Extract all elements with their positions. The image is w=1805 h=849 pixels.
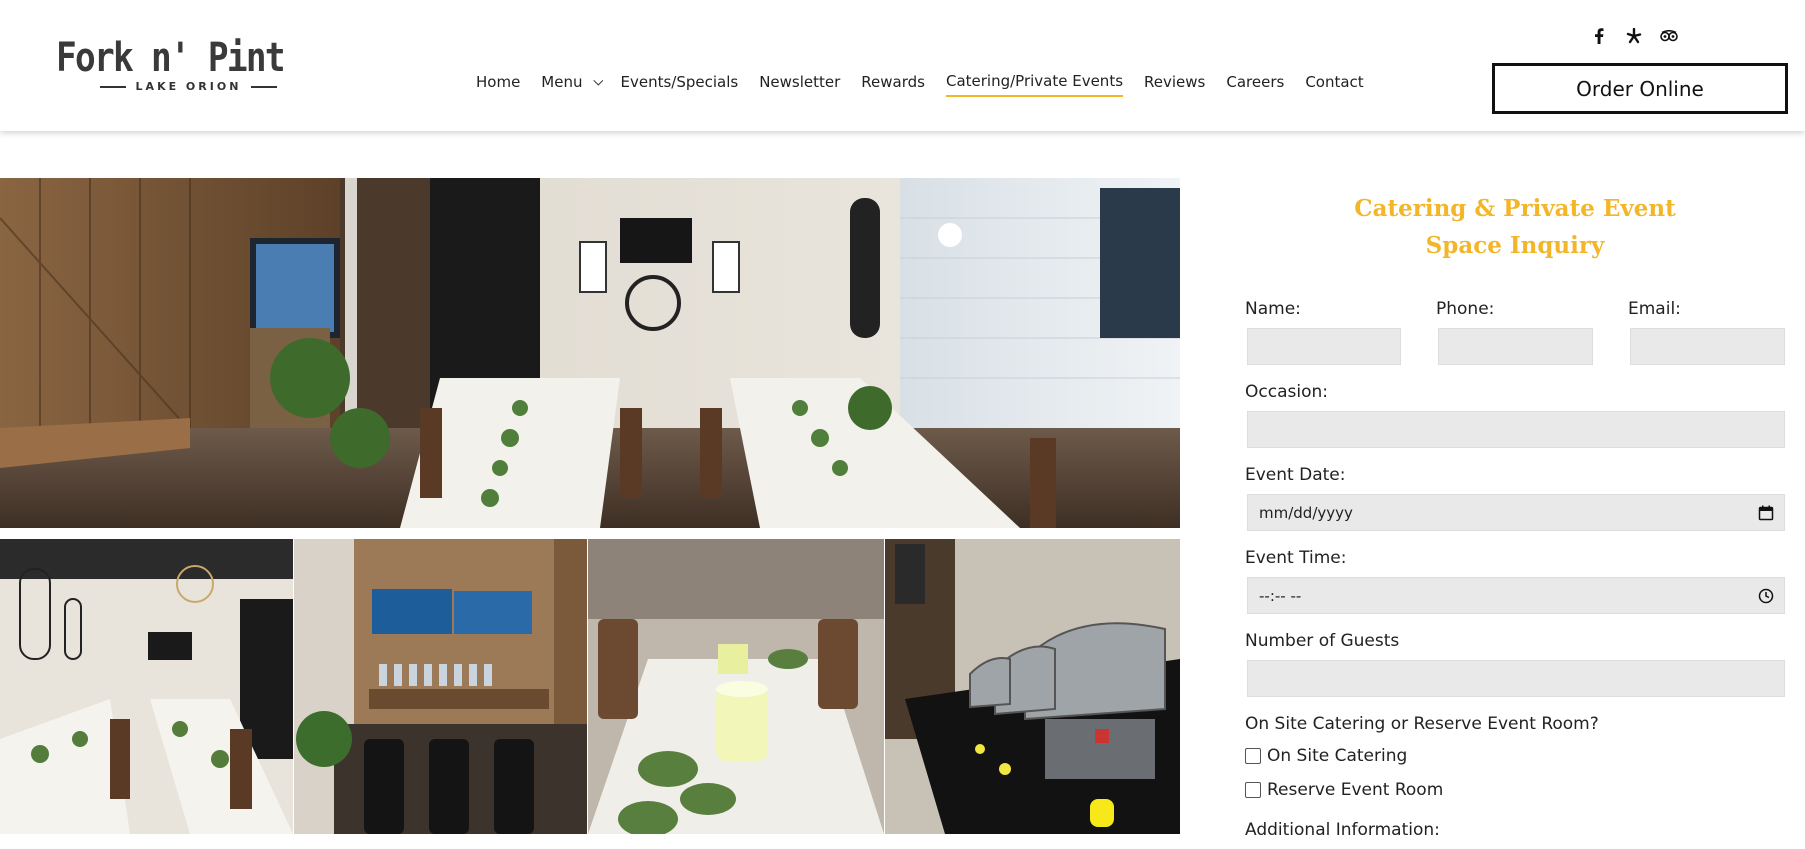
form-title: Catering & Private Event Space Inquiry	[1245, 190, 1785, 264]
event-room-tables-photo[interactable]	[0, 539, 293, 834]
catering-question-label: On Site Catering or Reserve Event Room?	[1245, 714, 1599, 734]
buffet-chafing-dishes-photo[interactable]	[885, 539, 1180, 834]
logo-name: Fork n' Pint	[56, 35, 286, 81]
nav-events-specials[interactable]: Events/Specials	[620, 73, 738, 96]
nav-careers[interactable]: Careers	[1226, 73, 1284, 96]
additional-info-label: Additional Information:	[1245, 820, 1440, 840]
occasion-field[interactable]	[1247, 411, 1785, 448]
nav-catering-private-events[interactable]: Catering/Private Events	[945, 72, 1124, 97]
nav-rewards[interactable]: Rewards	[861, 73, 925, 96]
nav-newsletter[interactable]: Newsletter	[759, 73, 840, 96]
event-time-label: Event Time:	[1245, 548, 1347, 568]
nav-menu[interactable]: Menu	[541, 72, 604, 96]
form-title-line1: Catering & Private Event	[1354, 195, 1676, 222]
yelp-icon[interactable]	[1625, 27, 1643, 45]
event-time-field[interactable]: --:-- --	[1247, 577, 1785, 614]
reserve-event-room-option[interactable]: Reserve Event Room	[1245, 780, 1443, 800]
logo[interactable]: Fork n' Pint LAKE ORION	[46, 27, 286, 102]
clock-icon[interactable]	[1758, 588, 1774, 604]
chevron-down-icon	[593, 75, 604, 86]
tripadvisor-icon[interactable]	[1660, 27, 1678, 45]
on-site-catering-label: On Site Catering	[1267, 746, 1408, 766]
logo-location: LAKE ORION	[135, 80, 242, 93]
calendar-icon[interactable]	[1758, 505, 1774, 521]
site-header: Fork n' Pint LAKE ORION Home Menu Events…	[0, 0, 1805, 131]
guests-field[interactable]	[1247, 660, 1785, 697]
event-time-placeholder: --:-- --	[1259, 586, 1302, 605]
phone-label: Phone:	[1436, 299, 1495, 319]
form-title-line2: Space Inquiry	[1425, 232, 1605, 259]
nav-menu-label: Menu	[541, 72, 583, 91]
phone-field[interactable]	[1438, 328, 1593, 365]
event-date-field[interactable]: mm/dd/yyyy	[1247, 494, 1785, 531]
order-online-button[interactable]: Order Online	[1492, 63, 1788, 114]
nav-home[interactable]: Home	[476, 73, 520, 96]
table-candle-photo[interactable]	[588, 539, 884, 834]
event-room-wide-photo[interactable]	[0, 178, 1180, 528]
reserve-event-room-checkbox[interactable]	[1245, 782, 1261, 798]
social-links	[1590, 27, 1678, 45]
reserve-event-room-label: Reserve Event Room	[1267, 780, 1444, 800]
name-label: Name:	[1245, 299, 1301, 319]
on-site-catering-checkbox[interactable]	[1245, 748, 1261, 764]
bar-tvs-photo[interactable]	[294, 539, 587, 834]
name-field[interactable]	[1247, 328, 1401, 365]
email-label: Email:	[1628, 299, 1681, 319]
main-nav: Home Menu Events/Specials Newsletter Rew…	[476, 72, 1385, 97]
occasion-label: Occasion:	[1245, 382, 1328, 402]
email-field[interactable]	[1630, 328, 1785, 365]
event-date-placeholder: mm/dd/yyyy	[1259, 503, 1353, 522]
nav-reviews[interactable]: Reviews	[1144, 73, 1205, 96]
guests-label: Number of Guests	[1245, 631, 1400, 651]
nav-contact[interactable]: Contact	[1305, 73, 1363, 96]
facebook-icon[interactable]	[1590, 27, 1608, 45]
on-site-catering-option[interactable]: On Site Catering	[1245, 746, 1407, 766]
event-date-label: Event Date:	[1245, 465, 1346, 485]
